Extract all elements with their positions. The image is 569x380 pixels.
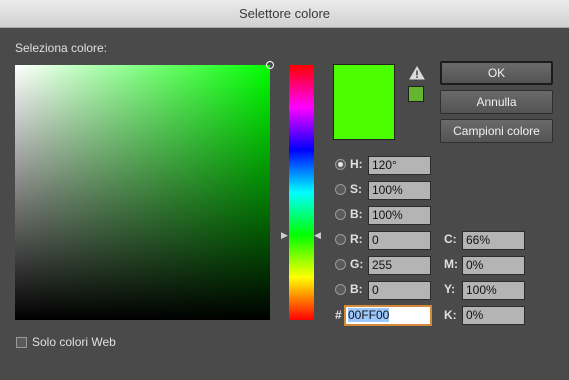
- ok-button[interactable]: OK: [440, 61, 553, 85]
- web-colors-only-label: Solo colori Web: [32, 335, 116, 349]
- hue-slider[interactable]: [289, 65, 314, 320]
- magenta-input[interactable]: 0%: [462, 256, 525, 275]
- brightness-label: B:: [350, 207, 363, 221]
- cyan-input[interactable]: 66%: [462, 231, 525, 250]
- color-swatches-button[interactable]: Campioni colore: [440, 119, 553, 143]
- web-colors-only-checkbox[interactable]: [16, 337, 27, 348]
- brightness-input[interactable]: 100%: [368, 206, 431, 225]
- hex-symbol: #: [335, 308, 342, 322]
- red-label: R:: [350, 232, 363, 246]
- cyan-label: C:: [444, 232, 457, 246]
- current-color-swatch: [333, 64, 395, 140]
- yellow-label: Y:: [444, 282, 456, 296]
- radio-hue[interactable]: [335, 159, 346, 170]
- radio-red[interactable]: [335, 234, 346, 245]
- saturation-brightness-field[interactable]: [15, 61, 274, 320]
- radio-brightness[interactable]: [335, 209, 346, 220]
- blue-input[interactable]: 0: [368, 281, 431, 300]
- radio-green[interactable]: [335, 259, 346, 270]
- window-title: Selettore colore: [0, 0, 569, 28]
- red-input[interactable]: 0: [368, 231, 431, 250]
- web-safe-color-swatch[interactable]: [408, 86, 424, 102]
- hue-label: H:: [350, 157, 363, 171]
- green-label: G:: [350, 257, 364, 271]
- yellow-input[interactable]: 100%: [462, 281, 525, 300]
- green-input[interactable]: 255: [368, 256, 431, 275]
- color-marker[interactable]: [266, 61, 274, 69]
- select-color-label: Seleziona colore:: [15, 41, 108, 55]
- saturation-label: S:: [350, 182, 362, 196]
- radio-blue[interactable]: [335, 284, 346, 295]
- warning-triangle-icon[interactable]: [409, 66, 425, 80]
- blue-label: B:: [350, 282, 363, 296]
- radio-saturation[interactable]: [335, 184, 346, 195]
- hex-input[interactable]: 00FF00: [344, 305, 432, 326]
- hex-value: 00FF00: [348, 308, 390, 322]
- black-input[interactable]: 0%: [462, 306, 525, 325]
- hue-arrow-right-icon[interactable]: ◀: [314, 230, 321, 240]
- saturation-input[interactable]: 100%: [368, 181, 431, 200]
- hue-arrow-left-icon[interactable]: ▶: [281, 230, 288, 240]
- magenta-label: M:: [444, 257, 458, 271]
- black-label: K:: [444, 308, 457, 322]
- cancel-button[interactable]: Annulla: [440, 90, 553, 114]
- hue-input[interactable]: 120°: [368, 156, 431, 175]
